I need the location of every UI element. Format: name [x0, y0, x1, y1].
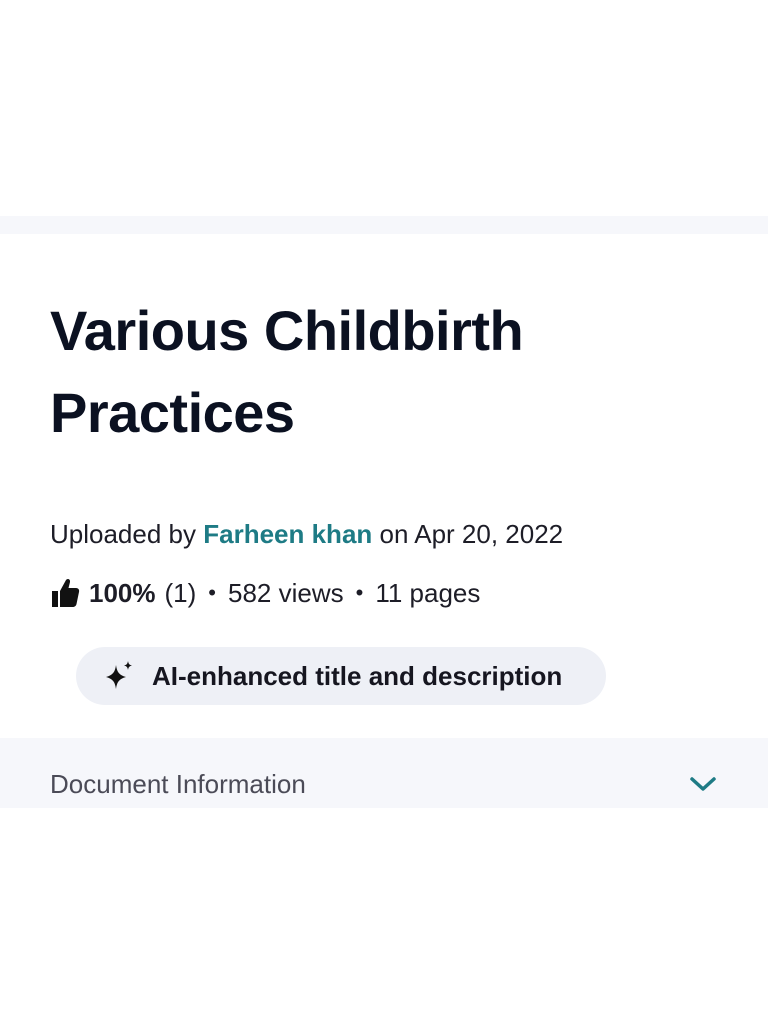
pages-count: 11 pages — [375, 578, 481, 608]
sparkle-icon — [102, 659, 136, 693]
ai-enhanced-badge[interactable]: AI-enhanced title and description — [76, 647, 606, 705]
ai-badge-label: AI-enhanced title and description — [152, 660, 563, 691]
separator-dot: • — [355, 580, 364, 605]
document-stats: 100% (1) • 582 views • 11 pages — [50, 575, 480, 611]
section-divider — [0, 216, 768, 234]
upload-date: Apr 20, 2022 — [414, 519, 564, 549]
document-information-section[interactable]: Document Information — [0, 738, 768, 808]
rating-percent: 100% — [89, 578, 156, 608]
separator-dot: • — [208, 580, 216, 605]
document-page: Various Childbirth Practices Uploaded by… — [0, 0, 768, 1024]
header-blank-area — [0, 0, 768, 216]
rating-count: (1) — [164, 578, 197, 608]
date-prefix: on — [379, 519, 409, 549]
upload-info: Uploaded by Farheen khan on Apr 20, 2022 — [50, 516, 563, 552]
document-information-label: Document Information — [50, 769, 306, 799]
uploaded-by-label: Uploaded by — [50, 519, 196, 549]
views-count: 582 views — [227, 578, 344, 608]
author-link[interactable]: Farheen khan — [203, 519, 372, 549]
chevron-down-icon[interactable] — [688, 774, 718, 794]
document-title: Various Childbirth Practices — [50, 299, 524, 444]
thumbs-up-icon — [50, 577, 80, 609]
